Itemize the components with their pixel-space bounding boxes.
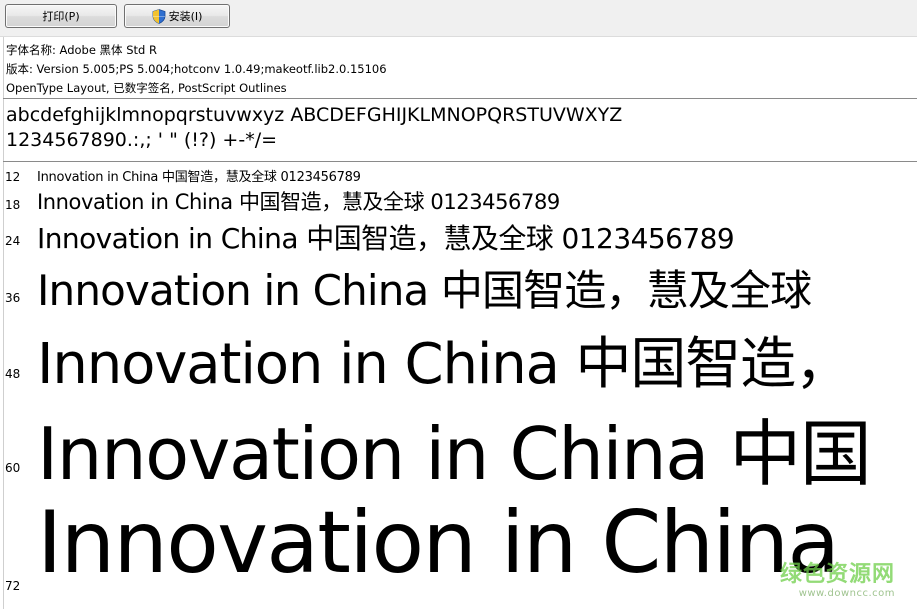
charset-letters: abcdefghijklmnopqrstuvwxyz ABCDEFGHIJKLM… xyxy=(6,104,623,126)
sample-row-48: 48 Innovation in China 中国智造， xyxy=(0,317,917,397)
sample-text: Innovation in China 中国 xyxy=(37,412,872,496)
font-preview-area: 字体名称: Adobe 黑体 Std R 版本: Version 5.005;P… xyxy=(0,37,917,609)
print-button[interactable]: 打印(P) xyxy=(5,4,117,28)
install-button[interactable]: 安装(I) xyxy=(124,4,230,28)
print-button-label: 打印(P) xyxy=(42,10,80,23)
sample-text: Innovation in China 中国智造，慧及全球 0123456789 xyxy=(37,170,361,185)
toolbar: 打印(P) 安装(I) xyxy=(0,0,917,37)
sample-text: Innovation in China 中国智造，慧及全球 0123456789 xyxy=(37,222,735,255)
font-features: OpenType Layout, 已数字签名, PostScript Outli… xyxy=(6,81,287,95)
font-viewer-window: 打印(P) 安装(I) 字体名称: Adobe 黑体 Std R 版本: Ver… xyxy=(0,0,917,609)
sample-text: Innovation in China 中国智造， xyxy=(37,332,851,397)
divider xyxy=(3,98,917,99)
divider xyxy=(3,161,917,162)
size-label: 60 xyxy=(5,461,21,475)
size-label: 18 xyxy=(5,198,21,212)
font-version: 版本: Version 5.005;PS 5.004;hotconv 1.0.4… xyxy=(6,62,387,76)
sample-row-18: 18 Innovation in China 中国智造，慧及全球 0123456… xyxy=(0,185,917,217)
font-name: 字体名称: Adobe 黑体 Std R xyxy=(6,43,157,57)
size-label: 24 xyxy=(5,234,21,248)
size-label: 48 xyxy=(5,367,21,381)
sample-row-72: 72 Innovation in China xyxy=(0,493,917,609)
charset-digits: 1234567890.:,; ' " (!?) +-*/= xyxy=(6,129,278,151)
install-button-label: 安装(I) xyxy=(168,10,203,23)
sample-row-60: 60 Innovation in China 中国 xyxy=(0,395,917,496)
sample-text: Innovation in China xyxy=(37,493,840,593)
sample-text: Innovation in China 中国智造，慧及全球 0123456789 xyxy=(37,190,560,214)
size-label: 36 xyxy=(5,291,21,305)
shield-icon xyxy=(152,8,166,24)
sample-row-36: 36 Innovation in China 中国智造，慧及全球 xyxy=(0,255,917,315)
size-label: 72 xyxy=(5,579,21,593)
sample-row-24: 24 Innovation in China 中国智造，慧及全球 0123456… xyxy=(0,215,917,255)
size-label: 12 xyxy=(5,170,21,184)
character-set: abcdefghijklmnopqrstuvwxyz ABCDEFGHIJKLM… xyxy=(6,103,622,153)
sample-text: Innovation in China 中国智造，慧及全球 xyxy=(37,266,812,315)
font-info: 字体名称: Adobe 黑体 Std R 版本: Version 5.005;P… xyxy=(6,41,387,98)
